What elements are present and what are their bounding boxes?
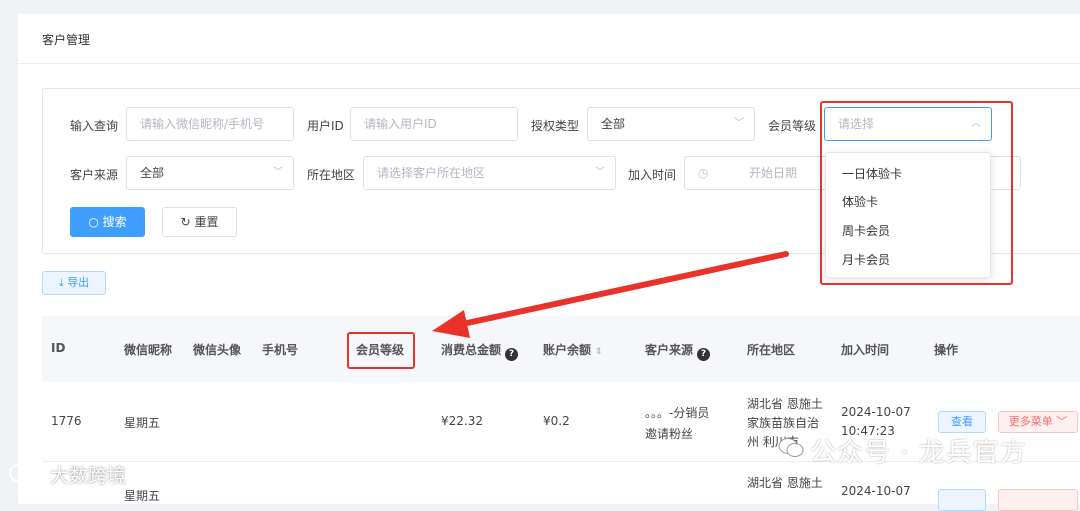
watermark-left-text: 大数跨境 [50, 465, 127, 487]
logo-icon [8, 461, 48, 485]
annotation-arrow [432, 251, 789, 338]
watermark-text: 公众号 · 龙兵官方 [810, 438, 1027, 468]
wechat-icon [778, 437, 804, 459]
